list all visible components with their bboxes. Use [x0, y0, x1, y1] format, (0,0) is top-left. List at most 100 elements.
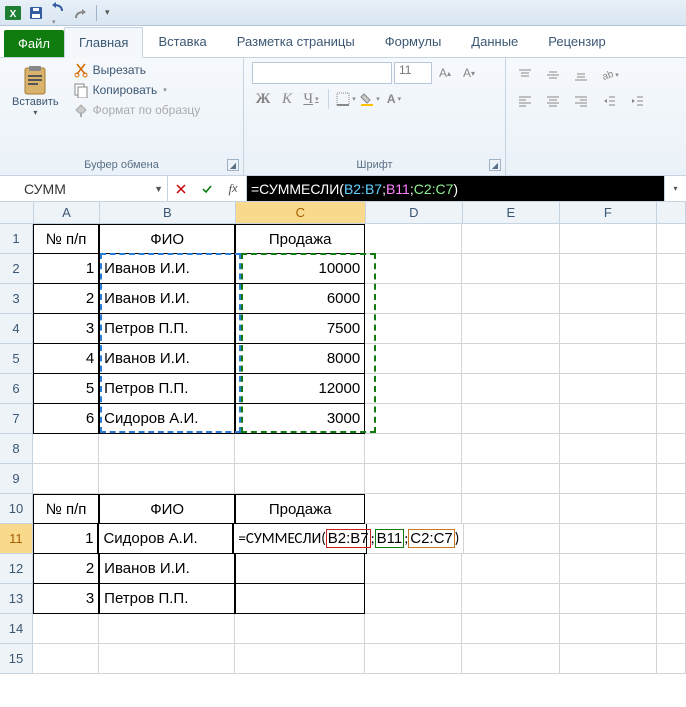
copy-button[interactable]: Копировать	[73, 82, 201, 98]
cell-B7[interactable]: Сидоров А.И.	[99, 404, 235, 434]
cell-A3[interactable]: 2	[33, 284, 99, 314]
align-center-button[interactable]	[542, 90, 564, 112]
cell-D9[interactable]	[365, 464, 462, 494]
cell-E6[interactable]	[462, 374, 559, 404]
cell-F7[interactable]	[560, 404, 657, 434]
qat-customize-icon[interactable]: ▾	[105, 7, 110, 18]
tab-file[interactable]: Файл	[4, 30, 64, 57]
clipboard-dialog-launcher[interactable]: ◢	[227, 159, 239, 171]
cell-A6[interactable]: 5	[33, 374, 99, 404]
cell-F1[interactable]	[560, 224, 657, 254]
cell-B8[interactable]	[99, 434, 235, 464]
tab-layout[interactable]: Разметка страницы	[222, 26, 370, 57]
col-header-D[interactable]: D	[366, 202, 463, 224]
row-header-11[interactable]: 11	[0, 524, 33, 554]
cell-C2[interactable]: 10000	[235, 254, 365, 284]
cell-G10[interactable]	[657, 494, 686, 524]
cell-D7[interactable]	[365, 404, 462, 434]
cell-C8[interactable]	[235, 434, 365, 464]
cell-B13[interactable]: Петров П.П.	[99, 584, 235, 614]
cell-D5[interactable]	[365, 344, 462, 374]
cell-A4[interactable]: 3	[33, 314, 99, 344]
cell-F11[interactable]	[560, 524, 656, 554]
cell-D12[interactable]	[365, 554, 462, 584]
cell-C13[interactable]	[235, 584, 365, 614]
col-header-B[interactable]: B	[100, 202, 236, 224]
cell-G3[interactable]	[657, 284, 686, 314]
col-header-E[interactable]: E	[463, 202, 560, 224]
save-icon[interactable]	[28, 5, 44, 21]
col-header-C[interactable]: C	[236, 202, 366, 224]
align-right-button[interactable]	[570, 90, 592, 112]
font-color-button[interactable]: A	[383, 88, 405, 110]
cell-F14[interactable]	[560, 614, 657, 644]
align-middle-button[interactable]	[542, 64, 564, 86]
cell-F6[interactable]	[560, 374, 657, 404]
orientation-button[interactable]: ab	[598, 64, 620, 86]
cancel-button[interactable]	[168, 176, 194, 201]
cell-C14[interactable]	[235, 614, 365, 644]
cell-B5[interactable]: Иванов И.И.	[99, 344, 235, 374]
cell-G9[interactable]	[657, 464, 686, 494]
cell-B14[interactable]	[99, 614, 235, 644]
cell-G5[interactable]	[657, 344, 686, 374]
cell-A10[interactable]: № п/п	[33, 494, 99, 524]
cell-A11[interactable]: 1	[33, 524, 99, 554]
cell-C4[interactable]: 7500	[235, 314, 365, 344]
decrease-indent-button[interactable]	[598, 90, 620, 112]
name-box-dropdown[interactable]: ▼	[154, 184, 163, 194]
underline-button[interactable]: Ч	[300, 88, 322, 110]
select-all-corner[interactable]	[0, 202, 34, 224]
cell-D2[interactable]	[365, 254, 462, 284]
cell-F5[interactable]	[560, 344, 657, 374]
cell-E4[interactable]	[462, 314, 559, 344]
cell-B9[interactable]	[99, 464, 235, 494]
cell-A2[interactable]: 1	[33, 254, 99, 284]
cell-D15[interactable]	[365, 644, 462, 674]
enter-button[interactable]	[194, 176, 220, 201]
cell-C6[interactable]: 12000	[235, 374, 365, 404]
align-left-button[interactable]	[514, 90, 536, 112]
italic-button[interactable]: К	[276, 88, 298, 110]
undo-icon[interactable]	[50, 0, 66, 27]
cell-C12[interactable]	[235, 554, 365, 584]
cell-B11[interactable]: Сидоров А.И.	[98, 524, 233, 554]
cell-E2[interactable]	[462, 254, 559, 284]
cell-G14[interactable]	[657, 614, 686, 644]
cell-E14[interactable]	[462, 614, 559, 644]
cell-G6[interactable]	[657, 374, 686, 404]
row-header-13[interactable]: 13	[0, 584, 33, 614]
cell-B10[interactable]: ФИО	[99, 494, 235, 524]
cell-E15[interactable]	[462, 644, 559, 674]
cell-G15[interactable]	[657, 644, 686, 674]
row-header-10[interactable]: 10	[0, 494, 33, 524]
row-header-5[interactable]: 5	[0, 344, 33, 374]
font-size-select[interactable]: 11	[394, 62, 432, 84]
cell-F2[interactable]	[560, 254, 657, 284]
cell-B4[interactable]: Петров П.П.	[99, 314, 235, 344]
cell-G8[interactable]	[657, 434, 686, 464]
fill-color-button[interactable]	[359, 88, 381, 110]
formula-input[interactable]: =СУММЕСЛИ(B2:B7;B11;C2:C7)	[247, 176, 664, 201]
cell-B6[interactable]: Петров П.П.	[99, 374, 235, 404]
cell-E1[interactable]	[462, 224, 559, 254]
cell-G4[interactable]	[657, 314, 686, 344]
cell-C11[interactable]: =СУММЕСЛИ(B2:B7;B11;C2:C7)	[233, 524, 367, 554]
cell-D13[interactable]	[365, 584, 462, 614]
cell-A14[interactable]	[33, 614, 99, 644]
cell-A8[interactable]	[33, 434, 99, 464]
cell-C7[interactable]: 3000	[235, 404, 365, 434]
row-header-6[interactable]: 6	[0, 374, 33, 404]
cell-F10[interactable]	[560, 494, 657, 524]
cell-B2[interactable]: Иванов И.И.	[99, 254, 235, 284]
align-bottom-button[interactable]	[570, 64, 592, 86]
cell-A7[interactable]: 6	[33, 404, 99, 434]
cell-C1[interactable]: Продажа	[235, 224, 365, 254]
cell-E7[interactable]	[462, 404, 559, 434]
cell-D3[interactable]	[365, 284, 462, 314]
cell-F12[interactable]	[560, 554, 657, 584]
cell-G2[interactable]	[657, 254, 686, 284]
col-header-F[interactable]: F	[560, 202, 657, 224]
cell-A1[interactable]: № п/п	[33, 224, 99, 254]
col-header-G[interactable]	[657, 202, 686, 224]
